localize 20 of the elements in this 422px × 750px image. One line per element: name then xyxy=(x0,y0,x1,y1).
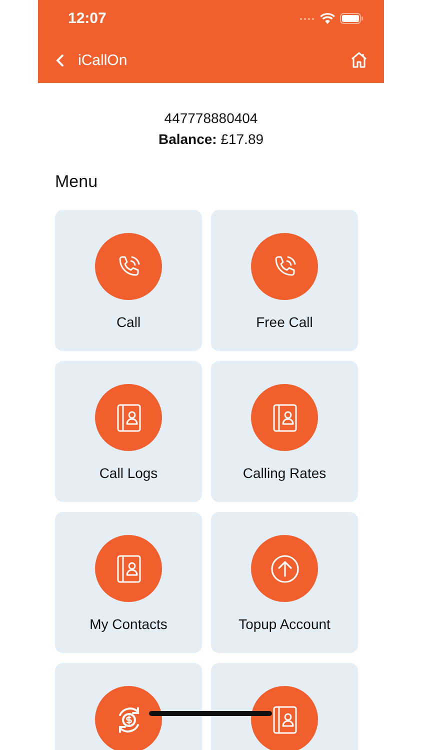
contact-book-icon xyxy=(270,402,298,432)
menu-card[interactable]: Call xyxy=(55,210,202,351)
home-button[interactable] xyxy=(350,51,368,69)
menu-card[interactable]: Topup Account xyxy=(211,512,358,653)
phone-number: 447778880404 xyxy=(164,110,258,126)
contact-book-icon xyxy=(270,704,298,734)
menu-card[interactable]: Calling Rates xyxy=(211,361,358,502)
contact-book-icon xyxy=(114,554,142,584)
status-time: 12:07 xyxy=(68,10,106,27)
menu-card[interactable]: Free Call xyxy=(211,210,358,351)
contact-book-icon xyxy=(114,402,142,432)
signal-icon xyxy=(299,16,315,20)
balance-text: Balance: £17.89 xyxy=(158,131,264,147)
nav-title: iCallOn xyxy=(78,52,128,68)
wifi-icon xyxy=(320,13,335,24)
menu-card[interactable]: My Contacts xyxy=(55,512,202,653)
arrow-up-icon xyxy=(268,552,300,584)
battery-icon xyxy=(340,13,364,24)
section-title: Menu xyxy=(55,172,99,192)
menu-card[interactable]: Call Logs xyxy=(55,361,202,502)
